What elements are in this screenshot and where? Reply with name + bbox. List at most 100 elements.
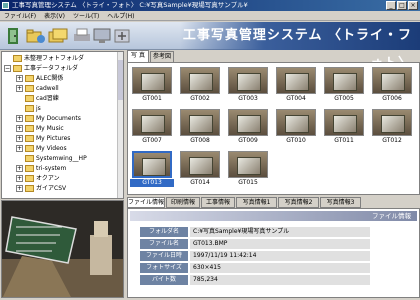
tree-item[interactable]: Systemwing__HP <box>16 154 87 163</box>
menu-tools[interactable]: ツール(T) <box>69 12 103 22</box>
tab-photos[interactable]: 写 真 <box>127 50 149 62</box>
tree-item[interactable]: + My Videos <box>16 144 67 153</box>
tree-item[interactable]: 未整理フォトフォルダ <box>4 54 84 63</box>
window-title: 工事写真管理システム 〈トライ・フォト〉 C:¥写真Sample¥現場写真サンプ… <box>12 1 248 9</box>
maximize-button[interactable]: □ <box>397 1 407 10</box>
tree-item[interactable]: + My Music <box>16 124 64 133</box>
folder-icon <box>25 185 34 192</box>
folder-icon <box>25 85 34 92</box>
folder-tree[interactable]: 未整理フォトフォルダ − 工事データフォルダ + ALEC関係 + cadwell c… <box>1 51 124 199</box>
photo-image <box>276 67 316 94</box>
menu-help[interactable]: ヘルプ(H) <box>103 12 138 22</box>
photo-image <box>228 109 268 136</box>
expand-toggle[interactable]: + <box>16 165 23 172</box>
photo-thumbnail[interactable]: GT014 <box>178 151 222 187</box>
exit-door-icon[interactable] <box>4 27 24 45</box>
folder-icon <box>25 135 34 142</box>
info-header: ファイル情報 <box>130 211 417 221</box>
folder-icon <box>25 105 34 112</box>
close-button[interactable]: × <box>408 1 418 10</box>
info-tabs: ファイル情報 印刷情報 工事情報 写真情報1 写真情報2 写真情報3 <box>127 197 420 208</box>
info-row: ファイル名 GT013.BMP <box>140 239 370 249</box>
tree-item[interactable]: + オクアン <box>16 174 60 183</box>
tree-item[interactable]: + ALEC関係 <box>16 74 63 83</box>
photo-thumbnail[interactable]: GT010 <box>274 109 318 145</box>
folder-icon <box>25 165 34 172</box>
photo-preview <box>1 200 124 298</box>
folder-copy-icon[interactable] <box>48 27 68 45</box>
open-folder-icon[interactable] <box>26 27 46 45</box>
folder-icon <box>25 75 34 82</box>
photo-thumbnail[interactable]: GT006 <box>370 67 414 103</box>
photo-tabs: 写 真 参考図 <box>127 50 420 62</box>
tree-item[interactable]: + My Documents <box>16 114 81 123</box>
photo-thumbnail[interactable]: GT007 <box>130 109 174 145</box>
expand-toggle[interactable]: + <box>16 185 23 192</box>
tab-construction-info[interactable]: 工事情報 <box>201 197 235 208</box>
folder-icon <box>13 65 22 72</box>
expand-toggle[interactable]: + <box>16 115 23 122</box>
menu-view[interactable]: 表示(V) <box>40 12 69 22</box>
photo-image <box>276 109 316 136</box>
photo-thumbnail[interactable]: GT004 <box>274 67 318 103</box>
photo-image <box>132 151 172 178</box>
folder-icon <box>25 95 34 102</box>
expand-toggle[interactable]: + <box>16 75 23 82</box>
tab-print-info[interactable]: 印刷情報 <box>166 197 200 208</box>
photo-thumbnail[interactable]: GT009 <box>226 109 270 145</box>
tab-reference-drawing[interactable]: 参考図 <box>150 51 174 62</box>
file-info-panel: ファイル情報 フォルダ名 C:¥写真Sample¥現場写真サンプル ファイル名 GT… <box>127 208 420 298</box>
folder-icon <box>25 125 34 132</box>
photo-image <box>324 67 364 94</box>
print-icon[interactable] <box>72 27 92 45</box>
tab-photo-info-2[interactable]: 写真情報2 <box>278 197 319 208</box>
photo-thumbnail[interactable]: GT005 <box>322 67 366 103</box>
title-bar: 工事写真管理システム 〈トライ・フォト〉 C:¥写真Sample¥現場写真サンプ… <box>0 0 420 11</box>
folder-icon <box>25 115 34 122</box>
photo-thumbnail[interactable]: GT003 <box>226 67 270 103</box>
tree-item[interactable]: + My Pictures <box>16 134 70 143</box>
monitor-icon[interactable] <box>92 27 112 45</box>
photo-image <box>180 67 220 94</box>
expand-toggle[interactable]: + <box>16 125 23 132</box>
tab-photo-info-1[interactable]: 写真情報1 <box>236 197 277 208</box>
photo-thumbnail[interactable]: GT001 <box>130 67 174 103</box>
info-row: バイト数 785,234 <box>140 275 370 285</box>
menu-file[interactable]: ファイル(F) <box>0 12 40 22</box>
photo-thumbnail[interactable]: GT008 <box>178 109 222 145</box>
tree-scrollbar[interactable] <box>117 52 123 198</box>
info-row: フォトサイズ 630×415 <box>140 263 370 273</box>
tree-item[interactable]: + ガイアCSV <box>16 184 66 193</box>
photo-thumbnail[interactable]: GT002 <box>178 67 222 103</box>
photo-image <box>180 151 220 178</box>
info-row: ファイル日時 1997/11/19 11:42:14 <box>140 251 370 261</box>
photo-thumbnail[interactable]: GT011 <box>322 109 366 145</box>
expand-toggle[interactable]: + <box>16 135 23 142</box>
collapse-toggle[interactable]: − <box>4 65 11 72</box>
tree-item[interactable]: js <box>16 104 41 113</box>
photo-image <box>372 109 412 136</box>
tree-item[interactable]: cad習練 <box>16 94 59 103</box>
folder-icon <box>25 175 34 182</box>
photo-thumbnail[interactable]: GT012 <box>370 109 414 145</box>
photo-image <box>132 109 172 136</box>
expand-toggle[interactable]: + <box>16 85 23 92</box>
scroll-thumb[interactable] <box>118 60 123 100</box>
settings-icon[interactable] <box>112 27 132 45</box>
folder-icon <box>25 155 34 162</box>
tree-item[interactable]: + tri-system <box>16 164 66 173</box>
tree-item[interactable]: − 工事データフォルダ <box>4 64 78 73</box>
photo-thumbnail-selected[interactable]: GT013 <box>130 151 174 187</box>
preview-photo <box>2 201 123 297</box>
tree-item[interactable]: + cadwell <box>16 84 59 93</box>
expand-toggle[interactable]: + <box>16 175 23 182</box>
photo-thumbnail[interactable]: GT015 <box>226 151 270 187</box>
menu-bar: ファイル(F) 表示(V) ツール(T) ヘルプ(H) <box>0 11 420 21</box>
expand-toggle[interactable]: + <box>16 145 23 152</box>
tab-photo-info-3[interactable]: 写真情報3 <box>320 197 361 208</box>
photo-image <box>228 151 268 178</box>
minimize-button[interactable]: _ <box>386 1 396 10</box>
tab-file-info[interactable]: ファイル情報 <box>127 197 165 208</box>
photo-image <box>372 67 412 94</box>
app-icon <box>2 2 9 9</box>
